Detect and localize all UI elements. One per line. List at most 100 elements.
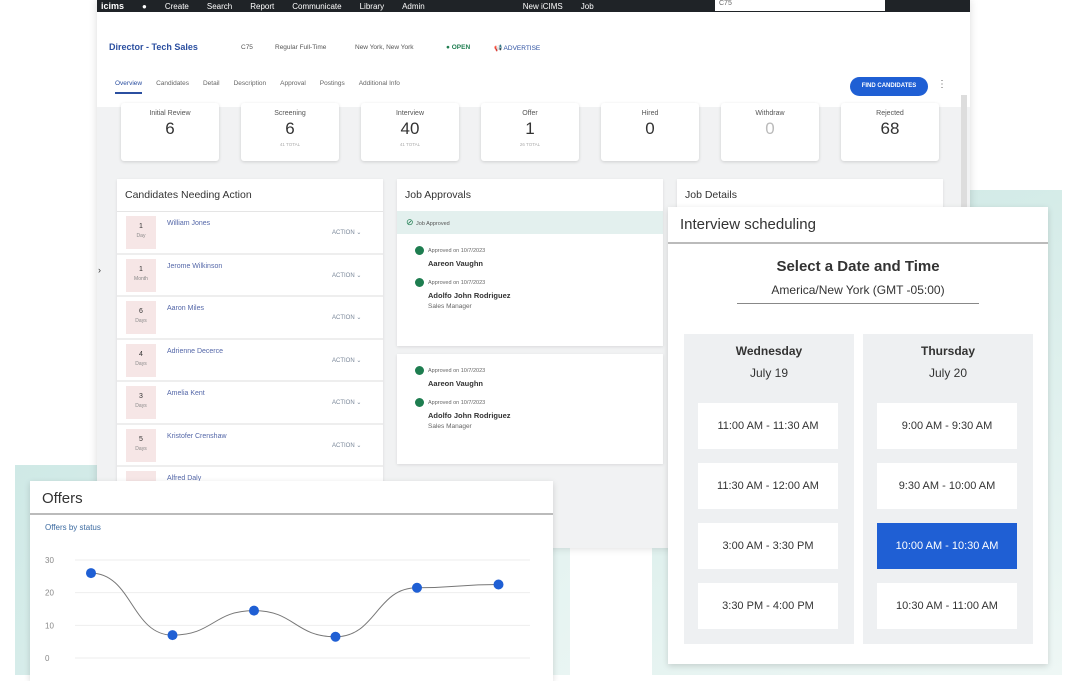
logo: icims: [101, 1, 125, 11]
candidate-name[interactable]: Jerome Wilkinson: [167, 263, 222, 270]
age-number: 1: [139, 223, 143, 230]
tab-overview[interactable]: Overview: [115, 80, 143, 94]
candidate-row: 1 Month Jerome Wilkinson ACTION ⌄: [117, 255, 383, 297]
age-number: 4: [139, 350, 143, 358]
chevron-down-icon: ⌄: [356, 230, 362, 236]
expand-sidebar-icon[interactable]: ›: [98, 265, 101, 275]
time-slot[interactable]: 3:30 PM - 4:00 PM: [698, 583, 838, 629]
tab-description[interactable]: Description: [234, 80, 267, 94]
find-candidates-button[interactable]: FIND CANDIDATES: [850, 77, 928, 96]
tab-approval[interactable]: Approval: [280, 80, 306, 94]
stat-card[interactable]: Rejected 68: [841, 103, 939, 161]
candidate-name[interactable]: Adrienne Decerce: [167, 348, 223, 355]
age-badge: 6 Days: [126, 301, 156, 334]
stat-value: 1: [525, 119, 535, 138]
card-title: Candidates Needing Action: [117, 179, 383, 212]
help-icon[interactable]: ●: [142, 2, 147, 11]
stat-card[interactable]: Hired 0: [601, 103, 699, 161]
age-number: 6: [139, 308, 143, 315]
job-title[interactable]: Director - Tech Sales: [109, 42, 198, 52]
candidate-name[interactable]: Amelia Kent: [167, 390, 205, 397]
candidate-row: 3 Days Amelia Kent ACTION ⌄: [117, 382, 383, 425]
age-unit: Days: [135, 403, 147, 409]
stat-card[interactable]: Interview 40 41 TOTAL: [361, 103, 459, 161]
time-slot[interactable]: 11:30 AM - 12:00 AM: [698, 463, 838, 509]
stat-value: 6: [165, 119, 175, 138]
megaphone-icon: 📢: [494, 45, 504, 52]
approval-item: Approved on 10/7/2023 Aareon Vaughn: [415, 246, 645, 268]
approval-item: Approved on 10/7/2023 Adolfo John Rodrigu…: [415, 278, 645, 310]
candidate-name[interactable]: Kristofer Crenshaw: [167, 433, 227, 440]
approval-item: Approved on 10/7/2023 Adolfo John Rodrigu…: [415, 398, 645, 430]
stat-total: 26 TOTAL: [519, 142, 541, 147]
approval-date: Approved on 10/7/2023: [428, 367, 486, 374]
action-dropdown[interactable]: ACTION ⌄: [332, 272, 361, 279]
stat-card[interactable]: Offer 1 26 TOTAL: [481, 103, 579, 161]
advertise-label: ADVERTISE: [503, 45, 541, 52]
nav-menu-library[interactable]: Library: [360, 2, 384, 11]
day-date: July 20: [928, 366, 968, 380]
scheduling-heading: Select a Date and Time: [776, 258, 940, 275]
action-dropdown[interactable]: ACTION ⌄: [332, 229, 361, 236]
chevron-down-icon: ⌄: [356, 315, 362, 321]
nav-menu-communicate[interactable]: Communicate: [292, 2, 341, 11]
interview-scheduling-panel: Interview scheduling Select a Date and T…: [668, 207, 1048, 664]
tab-detail[interactable]: Detail: [203, 80, 220, 94]
stat-value: 6: [285, 119, 295, 138]
tab-candidates[interactable]: Candidates: [156, 80, 189, 94]
search-type-select[interactable]: Job: [581, 2, 594, 11]
action-dropdown[interactable]: ACTION ⌄: [332, 314, 361, 321]
age-badge: 4 Days: [126, 343, 156, 377]
stat-card[interactable]: Withdraw 0: [721, 103, 819, 161]
approved-icon: [415, 278, 424, 287]
offers-panel: Offers Offers by status 0 10 20 30: [30, 481, 553, 681]
tab-postings[interactable]: Postings: [320, 80, 345, 94]
advertise-button[interactable]: 📢 ADVERTISE: [494, 44, 540, 52]
data-point: [493, 579, 504, 590]
approver-name: Aareon Vaughn: [428, 379, 484, 388]
job-location: New York, New York: [355, 44, 414, 51]
action-label: ACTION: [332, 230, 355, 236]
more-options-icon[interactable]: ⋮: [937, 79, 947, 90]
chevron-down-icon: ⌄: [356, 357, 362, 364]
approved-icon: [415, 398, 424, 407]
job-approvals-card: Job Approvals ⊘ Job Approved Approved on…: [397, 179, 663, 346]
search-input[interactable]: C75: [715, 0, 885, 11]
nav-menu-search[interactable]: Search: [207, 2, 232, 11]
stat-label: Interview: [395, 110, 424, 117]
stat-card[interactable]: Initial Review 6: [121, 103, 219, 161]
y-tick-label: 30: [45, 556, 54, 565]
action-label: ACTION: [332, 400, 355, 406]
new-icims-toggle[interactable]: New iCIMS: [523, 2, 563, 11]
nav-menu-admin[interactable]: Admin: [402, 2, 425, 11]
stat-value: 68: [880, 119, 900, 138]
action-dropdown[interactable]: ACTION ⌄: [332, 442, 361, 449]
candidate-name[interactable]: William Jones: [167, 220, 210, 227]
time-slot[interactable]: 10:30 AM - 11:00 AM: [877, 583, 1017, 629]
time-slot[interactable]: 11:00 AM - 11:30 AM: [698, 403, 838, 449]
time-slot[interactable]: 9:30 AM - 10:00 AM: [877, 463, 1017, 509]
y-tick-label: 10: [45, 621, 54, 630]
action-dropdown[interactable]: ACTION ⌄: [332, 357, 361, 364]
time-slot[interactable]: 10:00 AM - 10:30 AM: [877, 523, 1017, 569]
data-point: [330, 631, 341, 642]
stat-card[interactable]: Screening 6 41 TOTAL: [241, 103, 339, 161]
candidate-row: 5 Days Kristofer Crenshaw ACTION ⌄: [117, 425, 383, 467]
status-text: OPEN: [451, 44, 471, 51]
action-dropdown[interactable]: ACTION ⌄: [332, 399, 361, 406]
nav-menu-report[interactable]: Report: [250, 2, 274, 11]
candidate-row: 4 Days Adrienne Decerce ACTION ⌄: [117, 340, 383, 382]
time-slot[interactable]: 9:00 AM - 9:30 AM: [877, 403, 1017, 449]
tab-additional-info[interactable]: Additional Info: [359, 80, 400, 94]
job-type: Regular Full-Time: [275, 44, 327, 51]
action-label: ACTION: [332, 357, 355, 364]
day-name: Thursday: [920, 344, 975, 358]
offers-chart: 0 10 20 30: [45, 556, 530, 663]
timezone-select[interactable]: America/New York (GMT -05:00): [737, 283, 979, 304]
approver-name: Aareon Vaughn: [428, 259, 484, 268]
stat-label: Hired: [641, 110, 659, 117]
time-slot[interactable]: 3:00 AM - 3:30 PM: [698, 523, 838, 569]
candidate-name[interactable]: Aaron Miles: [167, 305, 204, 312]
nav-menu-create[interactable]: Create: [165, 2, 189, 11]
age-number: 5: [139, 435, 143, 443]
